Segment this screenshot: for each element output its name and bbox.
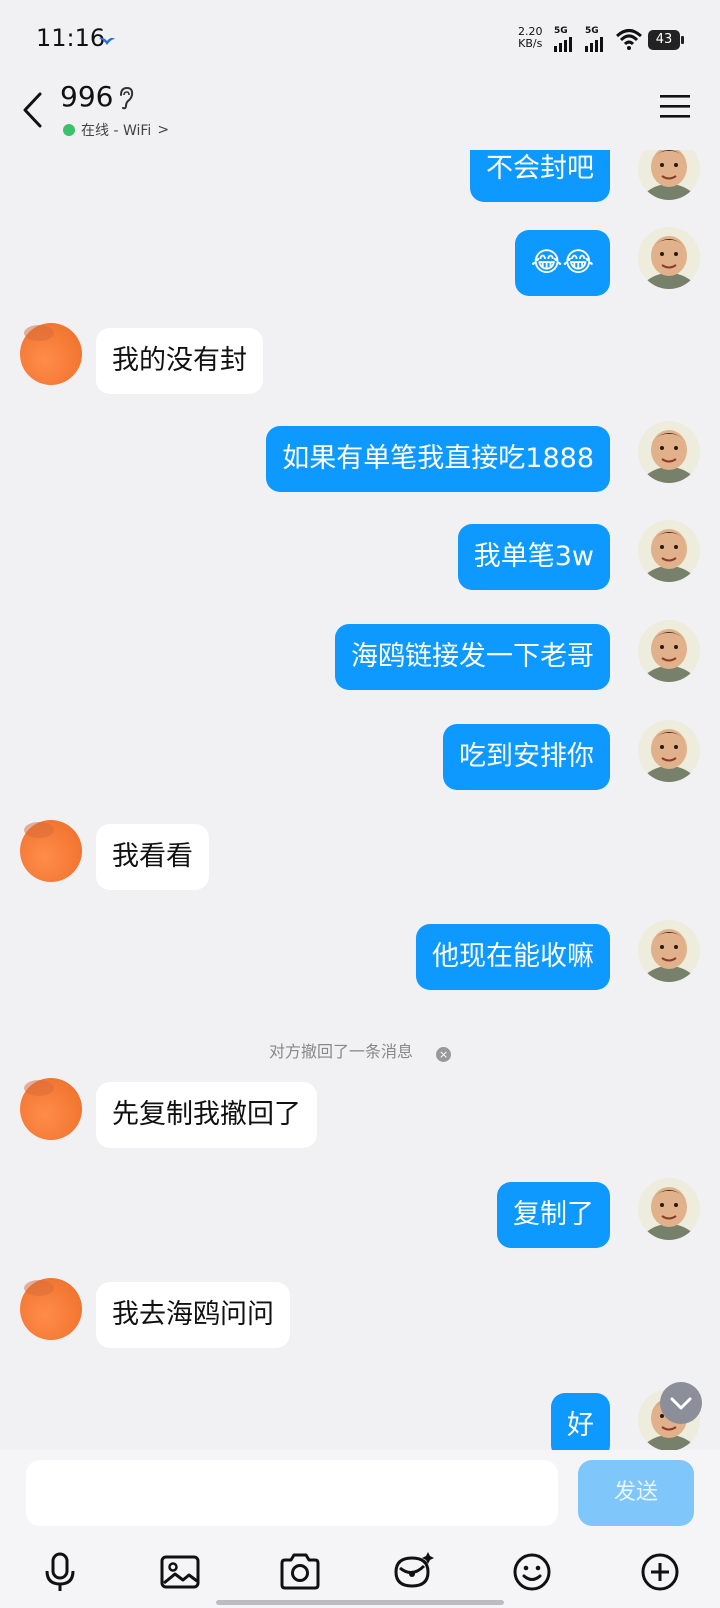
red-packet-icon[interactable] <box>388 1548 436 1596</box>
chevron-right-icon: > <box>157 122 170 138</box>
recall-notice: 对方撤回了一条消息 × <box>0 1038 720 1062</box>
chat-header: 996 在线 - WiFi > <box>0 80 720 150</box>
plus-icon[interactable] <box>636 1548 684 1596</box>
clock: 11:16 <box>36 24 106 52</box>
my-avatar[interactable] <box>638 227 700 289</box>
outgoing-message[interactable]: 😂😂 <box>514 230 610 296</box>
my-avatar[interactable] <box>638 150 700 200</box>
send-button[interactable]: 发送 <box>578 1460 694 1526</box>
ear-icon <box>118 86 134 114</box>
emoji-icon[interactable] <box>508 1548 556 1596</box>
back-button[interactable] <box>20 90 44 134</box>
presence-status[interactable]: 在线 - WiFi > <box>63 120 169 140</box>
close-icon[interactable]: × <box>436 1047 452 1062</box>
seagull-icon <box>98 32 116 51</box>
contact-avatar[interactable] <box>20 820 82 882</box>
incoming-message[interactable]: 我看看 <box>96 824 209 890</box>
composer: 发送 <box>0 1450 720 1608</box>
network-speed: 2.20 KB/s <box>518 26 543 50</box>
contact-avatar[interactable] <box>20 323 82 385</box>
presence-text: 在线 - WiFi <box>81 123 152 139</box>
wifi-icon <box>615 28 643 54</box>
my-avatar[interactable] <box>638 1178 700 1240</box>
message-list[interactable]: 不会封吧 😂😂 我的没有封 如果有单笔我直接吃1888 我单笔3w 海鸥链接发一… <box>0 150 720 1450</box>
contact-avatar[interactable] <box>20 1278 82 1340</box>
outgoing-message[interactable]: 好 <box>551 1393 610 1450</box>
my-avatar[interactable] <box>638 920 700 982</box>
my-avatar[interactable] <box>638 620 700 682</box>
sim1-label: 5G <box>554 26 568 36</box>
outgoing-message[interactable]: 他现在能收嘛 <box>416 924 610 990</box>
composer-toolbar <box>0 1548 720 1598</box>
my-avatar[interactable] <box>638 720 700 782</box>
signal-icon-sim2: 5G <box>585 26 615 52</box>
signal-icon-sim1: 5G <box>554 26 584 52</box>
my-avatar[interactable] <box>638 520 700 582</box>
microphone-icon[interactable] <box>36 1548 84 1596</box>
contact-name[interactable]: 996 <box>60 80 113 113</box>
outgoing-message[interactable]: 海鸥链接发一下老哥 <box>335 624 610 690</box>
outgoing-message[interactable]: 我单笔3w <box>457 524 610 590</box>
incoming-message[interactable]: 我的没有封 <box>96 328 263 394</box>
camera-icon[interactable] <box>276 1548 324 1596</box>
chevron-down-icon <box>670 1397 692 1410</box>
message-input[interactable] <box>26 1460 558 1526</box>
home-indicator[interactable] <box>216 1600 504 1605</box>
scroll-to-bottom-button[interactable] <box>660 1382 702 1424</box>
my-avatar[interactable] <box>638 421 700 483</box>
online-dot-icon <box>63 124 75 136</box>
image-icon[interactable] <box>156 1548 204 1596</box>
contact-avatar[interactable] <box>20 1078 82 1140</box>
outgoing-message[interactable]: 不会封吧 <box>470 150 610 202</box>
status-bar: 11:16 2.20 KB/s 5G 5G 43 <box>0 0 720 80</box>
sim2-label: 5G <box>585 26 599 36</box>
battery-icon: 43 <box>648 30 684 50</box>
recall-notice-text: 对方撤回了一条消息 <box>268 1042 413 1061</box>
outgoing-message[interactable]: 吃到安排你 <box>443 724 610 790</box>
incoming-message[interactable]: 先复制我撤回了 <box>96 1082 317 1148</box>
network-speed-unit: KB/s <box>518 37 543 50</box>
outgoing-message[interactable]: 如果有单笔我直接吃1888 <box>266 426 610 492</box>
incoming-message[interactable]: 我去海鸥问问 <box>96 1282 290 1348</box>
menu-icon[interactable] <box>660 94 690 122</box>
outgoing-message[interactable]: 复制了 <box>497 1182 610 1248</box>
